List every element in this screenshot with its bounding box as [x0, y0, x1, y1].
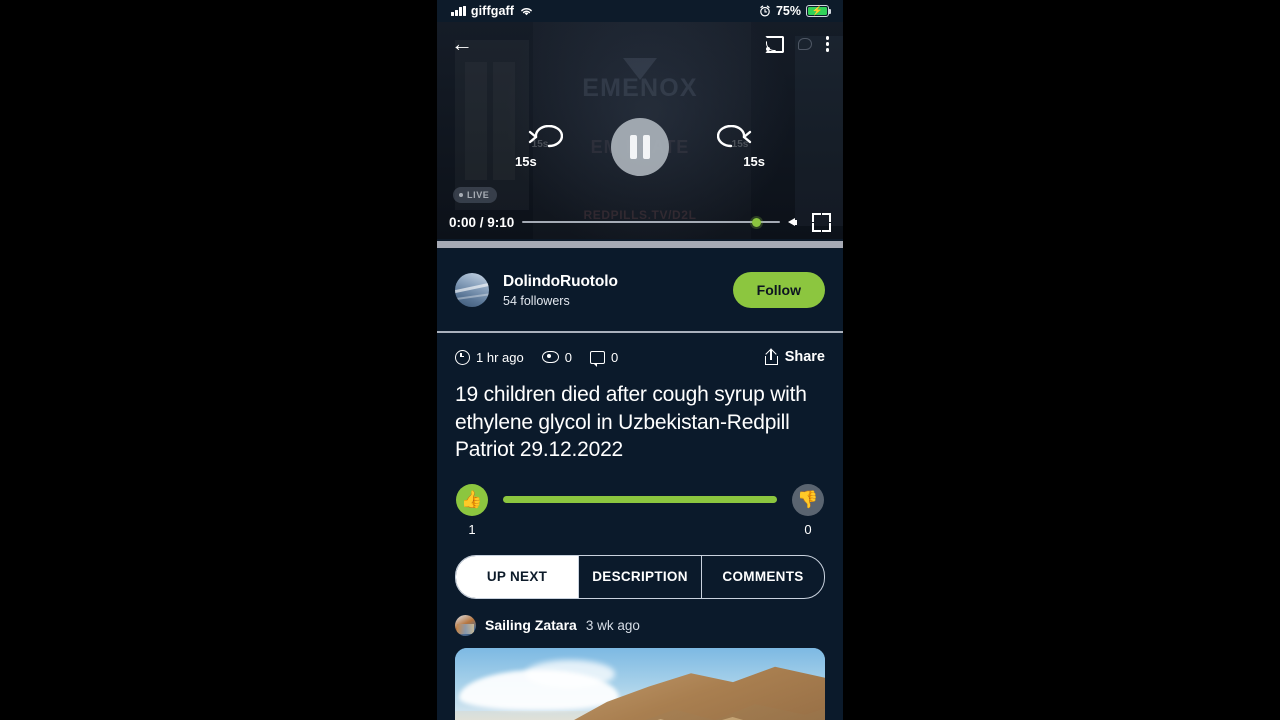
tab-description[interactable]: DESCRIPTION [579, 555, 702, 598]
follow-button[interactable]: Follow [732, 272, 825, 308]
fullscreen-icon[interactable] [812, 212, 831, 232]
live-label: LIVE [467, 190, 490, 200]
rewind-15-button[interactable]: 15s 15s [515, 125, 563, 169]
comment-count: 0 [589, 349, 619, 367]
player-top-bar: ← [437, 22, 843, 66]
channel-avatar[interactable] [455, 273, 489, 307]
eye-icon [541, 351, 559, 363]
wifi-icon [521, 8, 532, 16]
time-display: 0:00 / 9:10 [449, 214, 515, 230]
like-count: 1 [468, 521, 476, 537]
tab-comments[interactable]: COMMENTS [702, 556, 824, 598]
up-next-thumbnail[interactable] [455, 647, 825, 720]
view-count-label: 0 [564, 349, 572, 365]
scrollbar-thumb[interactable] [437, 240, 843, 248]
seek-knob[interactable] [751, 217, 761, 227]
rewind-label: 15s [515, 154, 537, 169]
dislike-group: 👎 0 [791, 483, 825, 537]
status-bar-right: 75% ⚡ [759, 4, 832, 18]
clock-icon [455, 349, 470, 365]
cast-icon[interactable] [764, 36, 784, 54]
comment-count-label: 0 [610, 349, 619, 365]
channel-name[interactable]: DolindoRuotolo [503, 273, 618, 291]
phone-viewport: giffgaff 75% ⚡ EMENOX EM REDPILLS.TV/D2L… [437, 0, 843, 720]
kebab-menu-icon[interactable] [825, 36, 829, 52]
thumbs-down-icon[interactable]: 👎 [792, 483, 824, 516]
screen: giffgaff 75% ⚡ EMENOX EM REDPILLS.TV/D2L… [0, 0, 1280, 720]
video-meta-row: 1 hr ago 0 0 Share [455, 347, 825, 367]
share-icon [764, 347, 778, 365]
channel-followers: 54 followers [503, 293, 570, 308]
forward-ghost-label: 15s [731, 139, 749, 150]
share-button[interactable]: Share [764, 347, 825, 365]
thumbnail-cloud [525, 659, 615, 688]
upload-age: 1 hr ago [455, 349, 524, 365]
channel-row: DolindoRuotolo 54 followers Follow [437, 249, 843, 333]
video-watermark: EMENOX [582, 74, 698, 102]
status-bar-left: giffgaff [451, 4, 534, 18]
player-bottom-bar: 0:00 / 9:10 [437, 205, 843, 239]
thumbs-up-icon[interactable]: 👍 [456, 483, 488, 516]
seek-track [522, 221, 780, 223]
carrier-label: giffgaff [470, 4, 515, 18]
player-top-actions [764, 36, 829, 54]
video-details: 1 hr ago 0 0 Share 19 children died afte… [437, 333, 843, 537]
up-next-item-header[interactable]: Sailing Zatara 3 wk ago [455, 614, 825, 636]
up-next-channel-name[interactable]: Sailing Zatara [485, 617, 577, 633]
forward-label: 15s [743, 154, 765, 169]
forward-15-button[interactable]: 15s 15s [717, 125, 765, 169]
like-group: 👍 1 [455, 483, 489, 537]
player-center-controls: 15s 15s 15s 15s [437, 118, 843, 176]
content-tabs: UP NEXT DESCRIPTION COMMENTS [455, 554, 825, 599]
volume-icon[interactable] [788, 215, 804, 229]
chat-bubble-icon[interactable] [797, 37, 812, 50]
battery-percent-label: 75% [775, 4, 801, 18]
share-label: Share [784, 349, 825, 365]
like-ratio-bar [503, 495, 777, 503]
up-next-list: Sailing Zatara 3 wk ago [437, 599, 843, 720]
rating-row: 👍 1 👎 0 [455, 483, 825, 537]
video-title: 19 children died after cough syrup with … [455, 383, 807, 461]
live-badge: LIVE [453, 187, 498, 203]
rewind-ghost-label: 15s [531, 139, 549, 150]
pause-button[interactable] [611, 118, 669, 176]
horizontal-scrollbar[interactable] [437, 239, 843, 249]
comment-icon [589, 350, 605, 367]
back-arrow-icon[interactable]: ← [451, 33, 473, 55]
signal-bars-icon [451, 6, 466, 16]
channel-meta: DolindoRuotolo 54 followers [503, 273, 618, 308]
up-next-age: 3 wk ago [585, 617, 640, 633]
status-bar: giffgaff 75% ⚡ [437, 0, 843, 22]
tab-up-next[interactable]: UP NEXT [456, 555, 579, 598]
up-next-avatar[interactable] [455, 614, 476, 636]
view-count: 0 [541, 349, 572, 365]
dislike-count: 0 [804, 521, 812, 537]
alarm-clock-icon [760, 5, 770, 17]
video-player[interactable]: EMENOX EM FRATE REDPILLS.TV/D2L ← [437, 22, 843, 239]
upload-age-label: 1 hr ago [476, 349, 524, 365]
battery-charging-icon: ⚡ [806, 5, 832, 17]
live-dot-icon [459, 193, 463, 197]
seek-bar[interactable] [522, 215, 780, 229]
